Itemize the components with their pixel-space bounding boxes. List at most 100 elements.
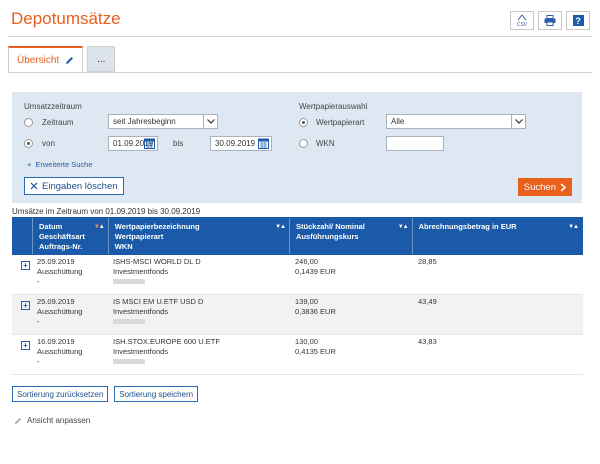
row-type: Ausschüttung — [37, 267, 83, 276]
wkn-label: WKN — [316, 139, 335, 148]
row-security-name: IS MSCI EM U.ETF USD D — [113, 297, 204, 306]
column-header-amount[interactable]: Abrechnungsbetrag in EUR ▼▲ — [411, 218, 582, 254]
chevron-down-icon — [203, 115, 217, 128]
row-quantity: 246,00 — [295, 257, 318, 266]
wkn-radio[interactable] — [299, 139, 308, 148]
expand-column-header — [13, 218, 32, 254]
from-to-radio[interactable] — [24, 139, 33, 148]
sort-icon[interactable]: ▼▲ — [398, 222, 409, 232]
row-type: Ausschüttung — [37, 347, 83, 356]
printer-icon — [544, 15, 556, 26]
expand-row-button[interactable]: + — [21, 261, 30, 270]
plus-icon: + — [27, 160, 32, 169]
search-label: Suchen — [523, 181, 556, 193]
from-date-field[interactable]: 01.09.2019 — [108, 136, 158, 151]
print-button[interactable] — [538, 11, 562, 30]
header-line: Stückzahl/ Nominal — [296, 222, 365, 231]
table-row: + 25.09.2019 Ausschüttung - ISHS-MSCI WO… — [12, 255, 583, 295]
csv-icon: CSV — [516, 13, 528, 28]
tab-overview-label: Übersicht — [17, 55, 60, 66]
csv-export-button[interactable]: CSV — [510, 11, 534, 30]
to-date-field[interactable]: 30.09.2019 — [210, 136, 272, 151]
reset-sort-button[interactable]: Sortierung zurücksetzen — [12, 386, 109, 402]
row-order: - — [37, 317, 40, 326]
table-row: + 25.09.2019 Ausschüttung - IS MSCI EM U… — [12, 295, 583, 335]
row-price: 0,1439 EUR — [295, 267, 336, 276]
title-divider — [8, 36, 592, 37]
range-select-value: seit Jahresbeginn — [113, 117, 176, 126]
tab-more[interactable]: ... — [87, 46, 116, 72]
expand-row-button[interactable]: + — [21, 341, 30, 350]
row-date: 25.09.2019 — [37, 297, 75, 306]
security-type-radio[interactable] — [299, 118, 308, 127]
expand-row-button[interactable]: + — [21, 301, 30, 310]
row-order: - — [37, 357, 40, 366]
sort-icon[interactable]: ▼▲ — [568, 222, 579, 232]
row-price: 0,3836 EUR — [295, 307, 336, 316]
security-type-label: Wertpapierart — [316, 118, 365, 127]
row-amount: 43,83 — [418, 337, 437, 346]
row-type: Ausschüttung — [37, 307, 83, 316]
save-sort-button[interactable]: Sortierung speichern — [114, 386, 199, 402]
wkn-field[interactable] — [386, 136, 444, 151]
redacted-wkn — [113, 319, 145, 324]
page-title: Depotumsätze — [11, 9, 121, 28]
row-security-type: Investmentfonds — [113, 307, 169, 316]
row-order: - — [37, 277, 40, 286]
extended-search-link[interactable]: + Erweiterte Suche — [27, 160, 93, 169]
redacted-wkn — [113, 359, 145, 364]
clear-inputs-button[interactable]: Eingaben löschen — [24, 177, 124, 195]
pencil-icon[interactable] — [65, 56, 74, 65]
row-security-type: Investmentfonds — [113, 347, 169, 356]
security-label: Wertpapierauswahl — [299, 102, 368, 111]
header-line: Auftrags-Nr. — [38, 242, 83, 251]
help-button[interactable]: ? — [566, 11, 590, 30]
range-radio[interactable] — [24, 118, 33, 127]
row-security-name: ISHS-MSCI WORLD DL D — [113, 257, 201, 266]
toolbar: CSV ? — [510, 11, 590, 30]
header-line: Geschäftsart — [38, 232, 85, 241]
header-line: Ausführungskurs — [296, 232, 359, 241]
range-label: Zeitraum — [42, 118, 74, 127]
close-icon — [30, 182, 38, 190]
adjust-view-label: Ansicht anpassen — [27, 416, 91, 425]
header-line: Wertpapierbezeichnung — [114, 222, 200, 231]
chevron-right-icon — [560, 182, 566, 192]
calendar-icon[interactable] — [144, 138, 155, 149]
column-header-date[interactable]: Datum Geschäftsart Auftrags-Nr. ▼▲ — [31, 218, 108, 254]
from-label: von — [42, 139, 55, 148]
search-button[interactable]: Suchen — [517, 178, 572, 196]
row-quantity: 139,00 — [295, 297, 318, 306]
results-range-text: Umsätze im Zeitraum von 01.09.2019 bis 3… — [12, 207, 201, 216]
csv-label: CSV — [516, 21, 528, 28]
chevron-down-icon — [511, 115, 525, 128]
row-security-type: Investmentfonds — [113, 267, 169, 276]
row-date: 25.09.2019 — [37, 257, 75, 266]
calendar-icon[interactable] — [258, 138, 269, 149]
sort-icon[interactable]: ▼▲ — [275, 222, 286, 232]
extended-search-label: Erweiterte Suche — [35, 160, 93, 169]
tab-overview[interactable]: Übersicht — [8, 46, 84, 73]
row-amount: 28,85 — [418, 257, 437, 266]
to-date-value: 30.09.2019 — [215, 139, 256, 148]
header-line: WKN — [114, 242, 133, 251]
row-quantity: 130,00 — [295, 337, 318, 346]
adjust-view-link[interactable]: Ansicht anpassen — [14, 416, 90, 425]
help-icon: ? — [572, 15, 584, 26]
sort-icon[interactable]: ▼▲ — [94, 222, 105, 232]
clear-inputs-label: Eingaben löschen — [42, 180, 118, 192]
pencil-icon — [14, 417, 22, 424]
redacted-wkn — [113, 279, 145, 284]
range-select[interactable]: seit Jahresbeginn — [108, 114, 218, 129]
header-line: Abrechnungsbetrag in EUR — [418, 222, 517, 231]
table-header: Datum Geschäftsart Auftrags-Nr. ▼▲ Wertp… — [12, 217, 583, 255]
column-header-quantity[interactable]: Stückzahl/ Nominal Ausführungskurs ▼▲ — [289, 218, 412, 254]
row-date: 16.09.2019 — [37, 337, 75, 346]
tab-more-label: ... — [97, 53, 106, 65]
period-label: Umsatzzeitraum — [24, 102, 82, 111]
to-label: bis — [173, 139, 184, 148]
row-security-name: ISH.STOX.EUROPE 600 U.ETF — [113, 337, 220, 346]
column-header-security[interactable]: Wertpapierbezeichnung Wertpapierart WKN … — [107, 218, 289, 254]
filter-panel: Umsatzzeitraum Zeitraum seit Jahresbegin… — [12, 92, 582, 203]
security-type-select[interactable]: Alle — [386, 114, 526, 129]
